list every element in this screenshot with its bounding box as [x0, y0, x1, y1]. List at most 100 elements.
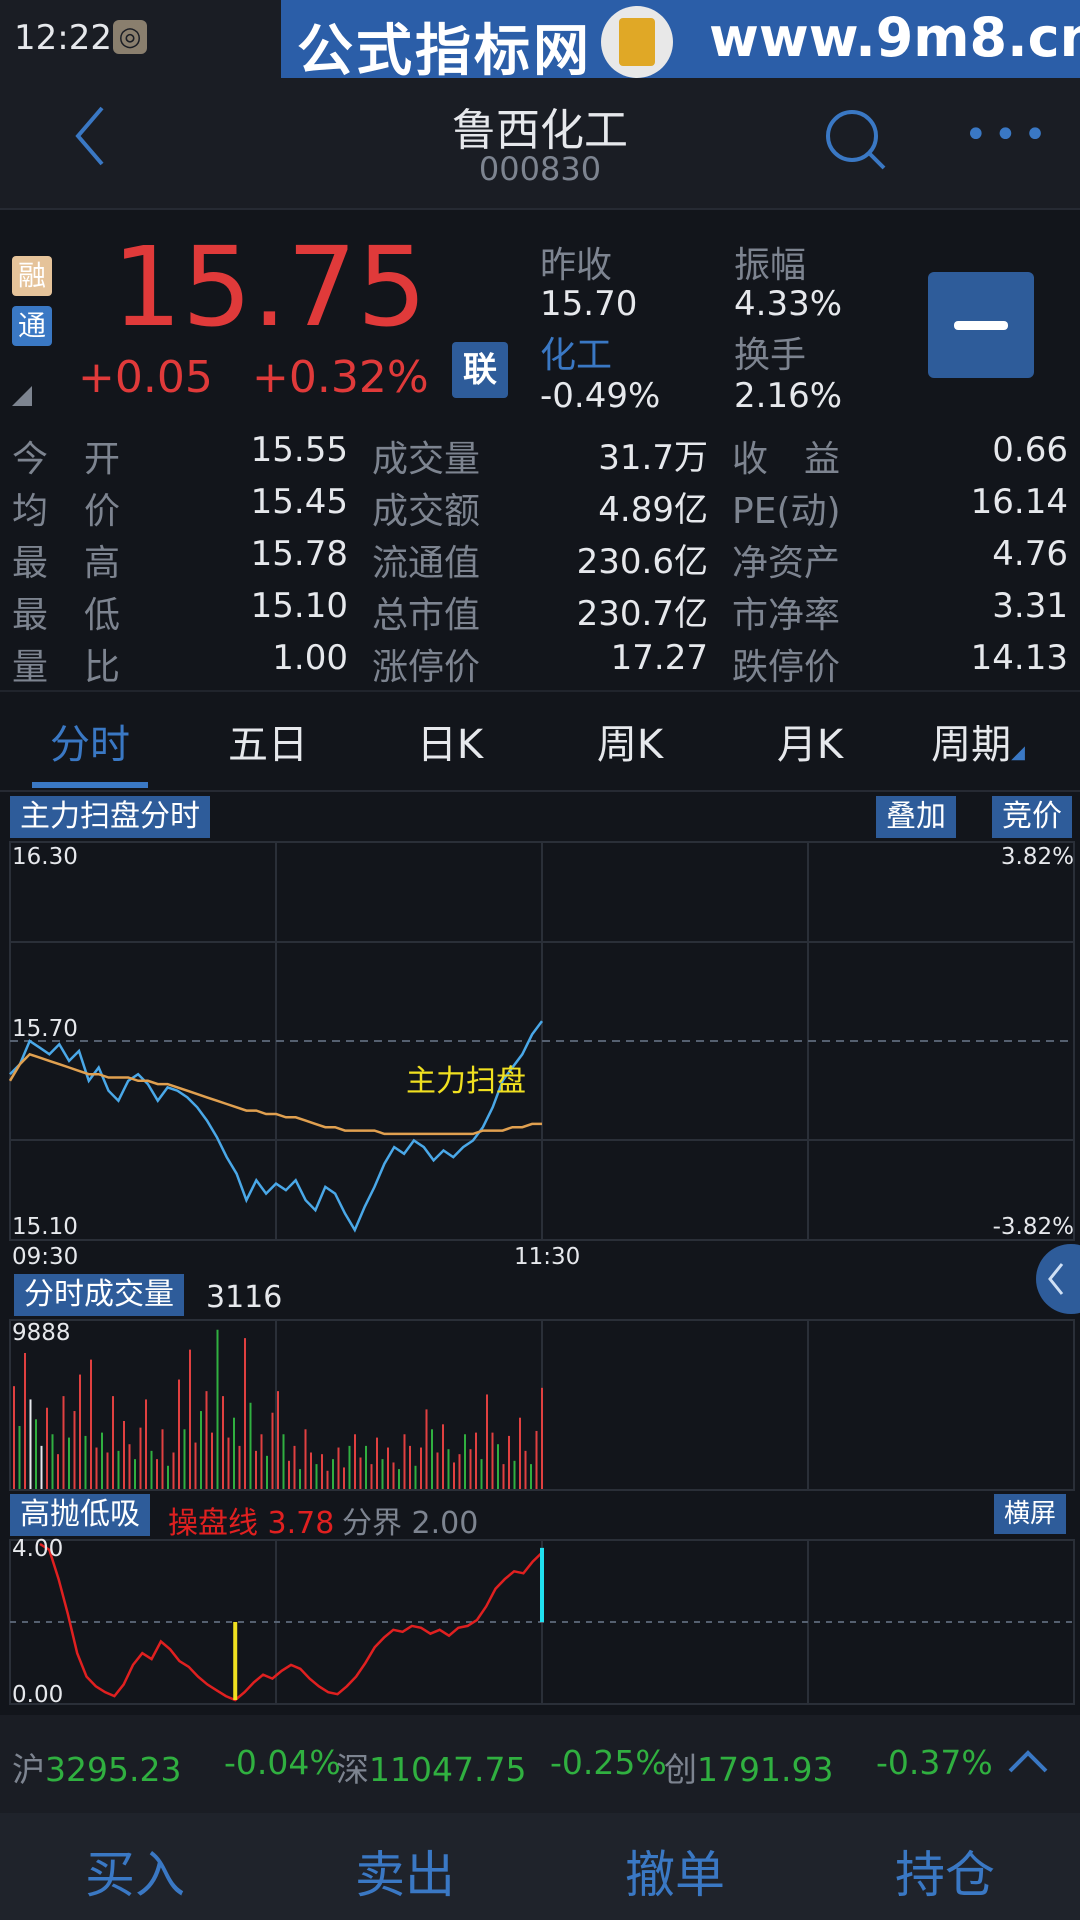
landscape-button[interactable]: 横屏	[994, 1494, 1067, 1534]
stat-value-a: 15.45	[250, 482, 348, 522]
cancel-order-button[interactable]: 撤单	[540, 1835, 810, 1907]
stat-label-b: 涨停价	[372, 647, 481, 688]
stat-value-b: 4.89亿	[598, 490, 708, 530]
price-change: +0.05	[78, 352, 213, 403]
search-icon[interactable]	[824, 108, 888, 172]
chevron-left-icon	[1048, 1263, 1064, 1295]
high-low-chart[interactable]	[0, 1538, 1080, 1708]
minus-icon	[954, 321, 1008, 330]
chevron-up-icon[interactable]	[1006, 1747, 1050, 1777]
sell-button[interactable]: 卖出	[270, 1835, 540, 1907]
watermark-banner: 公式指标网 www.9m8.cn	[281, 0, 1080, 84]
linked-button[interactable]: 联	[452, 342, 508, 398]
positions-button[interactable]: 持仓	[810, 1835, 1080, 1907]
chart2-label[interactable]: 分时成交量	[14, 1274, 184, 1316]
tab-monthly-k[interactable]: 月K	[720, 712, 900, 770]
tab-period[interactable]: 周期◢	[888, 712, 1068, 770]
chart1-pct-bot: -3.82%	[992, 1214, 1074, 1240]
chart1-time-start: 09:30	[12, 1244, 79, 1270]
tab-five-day[interactable]: 五日	[178, 712, 358, 770]
index-sz-name: 深	[336, 1750, 369, 1789]
stat-label-c1: 净资产	[732, 543, 841, 584]
stat-value-a: 15.10	[250, 586, 348, 626]
tab-daily-k[interactable]: 日K	[360, 712, 540, 770]
chart2-y-top: 9888	[12, 1320, 71, 1346]
chart3-div-legend: 分界 2.00	[342, 1498, 478, 1542]
chart3-label[interactable]: 高抛低吸	[10, 1494, 150, 1536]
stat-label-c1: 收	[732, 439, 769, 480]
chart1-y-bot: 15.10	[12, 1214, 78, 1240]
index-bar[interactable]: 沪3295.23 -0.04% 深11047.75 -0.25% 创1791.9…	[0, 1715, 1080, 1813]
dropdown-triangle-icon: ◢	[1011, 742, 1025, 763]
stat-label-c1: 市净率	[732, 595, 841, 636]
stat-label-b: 成交额	[372, 491, 481, 532]
prev-close-label: 昨收	[540, 245, 613, 286]
margin-tag: 融	[12, 256, 52, 296]
price-change-pct: +0.32%	[252, 352, 429, 403]
chart3-line-value: 3.78	[267, 1506, 335, 1541]
stat-value-c: 0.66	[992, 430, 1068, 470]
stat-value-b: 31.7万	[598, 438, 708, 478]
chart3-div-label: 分界	[342, 1506, 402, 1541]
tab-weekly-k[interactable]: 周K	[540, 712, 720, 770]
banner-logo-icon	[601, 6, 673, 78]
active-tab-indicator	[32, 782, 148, 788]
connect-tag: 通	[12, 306, 52, 346]
stat-label-a1: 量	[12, 647, 49, 688]
sector-pct: -0.49%	[540, 376, 661, 416]
stat-label-b: 成交量	[372, 439, 481, 480]
tab-intraday[interactable]: 分时	[0, 712, 180, 770]
stat-label-a1: 均	[12, 491, 49, 532]
stat-label-a1: 最	[12, 595, 49, 636]
chart3-y-bot: 0.00	[12, 1682, 64, 1708]
stat-value-a: 1.00	[272, 638, 348, 678]
stat-label-a2: 价	[84, 491, 121, 532]
banner-right-text: www.9m8.cn	[709, 6, 1080, 69]
remove-watchlist-button[interactable]	[928, 272, 1034, 378]
intraday-price-chart[interactable]	[0, 840, 1080, 1260]
index-sz: 深11047.75	[336, 1743, 526, 1791]
overlay-button[interactable]: 叠加	[876, 796, 956, 838]
chart3-div-value: 2.00	[411, 1506, 479, 1541]
stat-label-a2: 低	[84, 595, 121, 636]
stat-label-b: 总市值	[372, 595, 481, 636]
sector-label[interactable]: 化工	[540, 326, 612, 378]
stock-header: 鲁西化工 000830 •••	[0, 78, 1080, 210]
chart-tabs: 分时 五日 日K 周K 月K 周期◢	[0, 690, 1080, 792]
buy-button[interactable]: 买入	[0, 1835, 270, 1907]
stat-value-c: 14.13	[970, 638, 1068, 678]
banner-left-text: 公式指标网	[297, 19, 592, 84]
index-sh: 沪3295.23	[12, 1743, 181, 1791]
stat-label-c1: PE(动)	[732, 491, 841, 532]
stat-label-a1: 最	[12, 543, 49, 584]
turnover-value: 2.16%	[734, 376, 843, 416]
stat-value-b: 17.27	[610, 638, 708, 678]
chart1-label[interactable]: 主力扫盘分时	[10, 796, 210, 838]
tab-period-label: 周期	[931, 722, 1012, 768]
stat-label-a2: 比	[84, 647, 121, 688]
corner-triangle-icon[interactable]	[12, 386, 32, 406]
index-cy: 创1791.93	[664, 1743, 833, 1791]
auction-button[interactable]: 竞价	[992, 796, 1072, 838]
index-cy-pct: -0.37%	[876, 1743, 993, 1782]
chart1-pct-top: 3.82%	[1000, 844, 1074, 870]
expand-panel-button[interactable]	[1036, 1244, 1080, 1314]
stock-code: 000830	[478, 150, 602, 188]
amplitude-label: 振幅	[734, 245, 807, 286]
notification-icon: ◎	[113, 20, 147, 54]
volume-chart[interactable]	[0, 1318, 1080, 1494]
amplitude-value: 4.33%	[734, 284, 843, 324]
stock-name: 鲁西化工	[452, 105, 628, 156]
turnover-label: 换手	[734, 335, 807, 376]
index-sz-value: 11047.75	[369, 1750, 527, 1789]
stat-label-c2: 益	[804, 439, 841, 480]
stat-value-a: 15.55	[250, 430, 348, 470]
more-icon[interactable]: •••	[964, 115, 1053, 155]
stat-value-c: 3.31	[992, 586, 1068, 626]
stat-value-a: 15.78	[250, 534, 348, 574]
chart1-time-mid: 11:30	[514, 1244, 581, 1270]
stat-label-b: 流通值	[372, 543, 481, 584]
stat-label-c1: 跌停价	[732, 647, 841, 688]
chart3-line-label: 操盘线	[168, 1506, 258, 1541]
stat-value-b: 230.6亿	[576, 542, 708, 582]
